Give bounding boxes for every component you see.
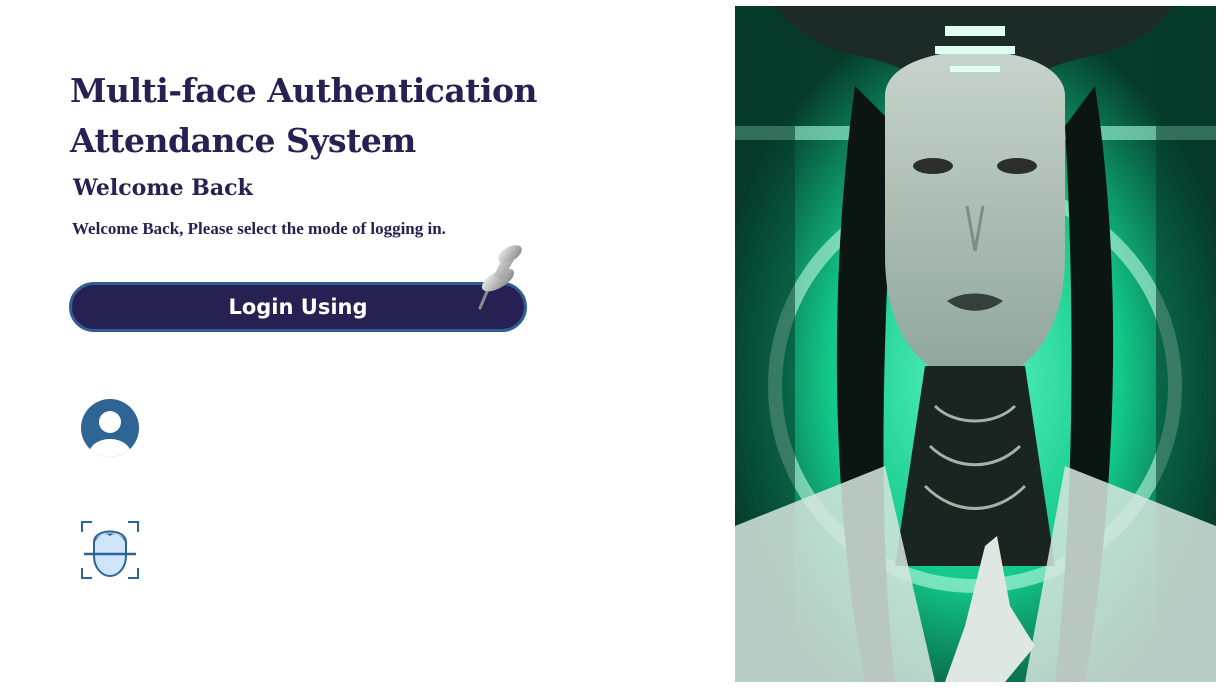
welcome-heading: Welcome Back [73,175,253,201]
login-using-button[interactable]: Login Using [69,282,527,332]
page-title: Multi-face Authentication Attendance Sys… [70,71,538,160]
welcome-description: Welcome Back, Please select the mode of … [72,219,446,238]
face-scan-icon[interactable] [80,520,140,580]
pushpin-icon [478,245,522,310]
user-icon[interactable] [80,398,140,458]
portrait-illustration [735,6,1216,682]
cyber-portrait-image [735,6,1216,682]
login-using-label: Login Using [228,295,368,319]
login-panel: Multi-face Authentication Attendance Sys… [0,0,700,688]
